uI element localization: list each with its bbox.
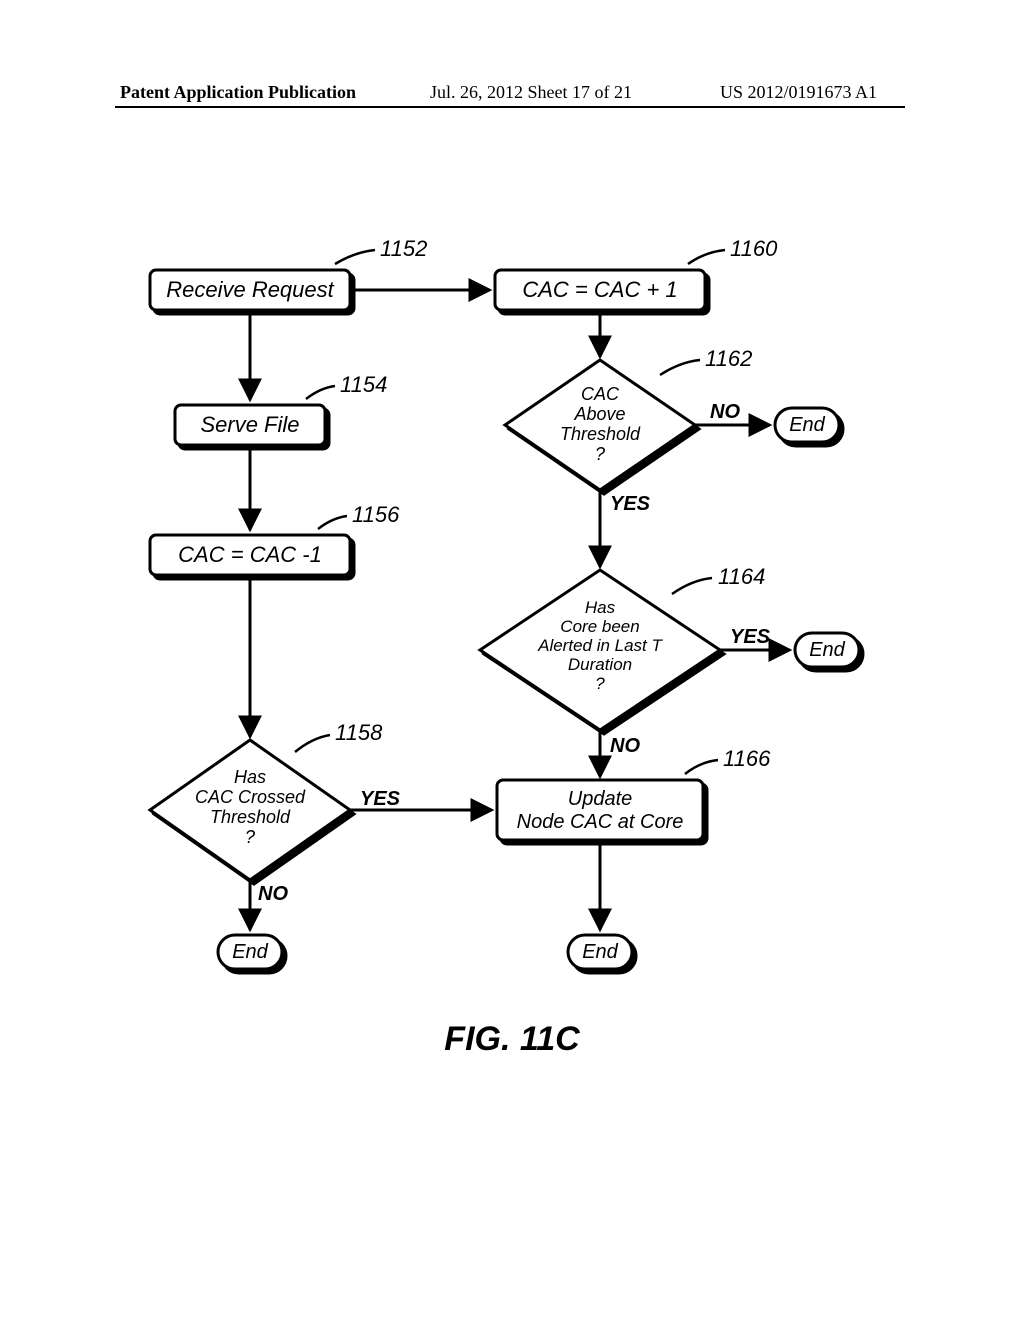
d1164-l1: Has bbox=[585, 598, 616, 617]
terminal-end-left: End bbox=[218, 935, 282, 969]
d1164-l3: Alerted in Last T bbox=[537, 636, 663, 655]
terminal-end-1164: End bbox=[795, 633, 859, 667]
label-1156: 1156 bbox=[352, 502, 400, 527]
cac-plus-text: CAC = CAC + 1 bbox=[522, 277, 677, 302]
label-1160: 1160 bbox=[730, 236, 778, 261]
receive-request-text: Receive Request bbox=[166, 277, 334, 302]
node-serve-file: Serve File bbox=[175, 405, 325, 445]
d1164-l2: Core been bbox=[560, 617, 639, 636]
d1158-l3: Threshold bbox=[210, 807, 291, 827]
update-l1: Update bbox=[568, 788, 633, 810]
d1164-l5: ? bbox=[595, 674, 605, 693]
edge-1158-no: NO bbox=[258, 883, 288, 905]
d1158-l4: ? bbox=[245, 827, 255, 847]
node-cac-plus: CAC = CAC + 1 bbox=[495, 270, 705, 310]
node-cac-minus: CAC = CAC -1 bbox=[150, 535, 350, 575]
d1164-l4: Duration bbox=[568, 655, 632, 674]
label-1154: 1154 bbox=[340, 372, 387, 397]
label-1162: 1162 bbox=[705, 346, 752, 371]
edge-1162-no: NO bbox=[710, 401, 740, 423]
d1162-l1: CAC bbox=[581, 384, 620, 404]
decision-1158: Has CAC Crossed Threshold ? bbox=[150, 740, 350, 880]
edge-1164-no: NO bbox=[610, 735, 640, 757]
decision-1162: CAC Above Threshold ? bbox=[505, 360, 695, 490]
end-left-text: End bbox=[232, 941, 268, 963]
d1158-l2: CAC Crossed bbox=[195, 787, 306, 807]
decision-1164: Has Core been Alerted in Last T Duration… bbox=[480, 570, 720, 730]
terminal-end-1162: End bbox=[775, 408, 839, 442]
update-l2: Node CAC at Core bbox=[517, 811, 684, 833]
d1158-l1: Has bbox=[234, 767, 266, 787]
page: Patent Application Publication Jul. 26, … bbox=[0, 0, 1024, 1320]
edge-1164-yes: YES bbox=[730, 626, 771, 648]
serve-file-text: Serve File bbox=[200, 412, 299, 437]
edge-1158-yes: YES bbox=[360, 788, 401, 810]
label-1166: 1166 bbox=[723, 746, 771, 771]
end-1162-text: End bbox=[789, 414, 825, 436]
cac-minus-text: CAC = CAC -1 bbox=[178, 542, 322, 567]
node-update-core: Update Node CAC at Core bbox=[497, 780, 703, 840]
end-br-text: End bbox=[582, 941, 618, 963]
end-1164-text: End bbox=[809, 639, 845, 661]
d1162-l4: ? bbox=[595, 444, 605, 464]
label-1158: 1158 bbox=[335, 720, 383, 745]
edge-1162-yes: YES bbox=[610, 493, 651, 515]
flowchart: Receive Request 1152 Serve File 1154 CAC… bbox=[0, 0, 1024, 1320]
d1162-l3: Threshold bbox=[560, 424, 641, 444]
node-receive-request: Receive Request bbox=[150, 270, 350, 310]
label-1164: 1164 bbox=[718, 564, 765, 589]
figure-caption: FIG. 11C bbox=[0, 1020, 1024, 1059]
label-1152: 1152 bbox=[380, 236, 427, 261]
terminal-end-bottom-right: End bbox=[568, 935, 632, 969]
d1162-l2: Above bbox=[573, 404, 625, 424]
